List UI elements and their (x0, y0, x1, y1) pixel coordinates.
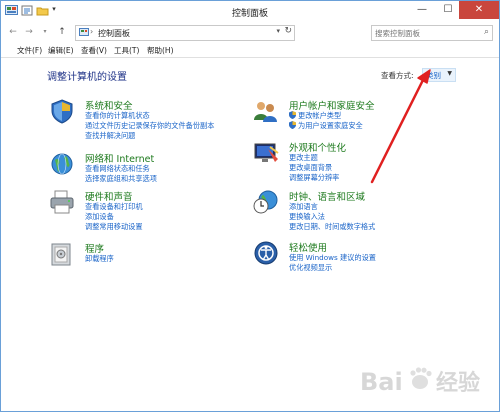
task-link[interactable]: 选择家庭组和共享选项 (85, 174, 157, 184)
category-title[interactable]: 程序 (85, 241, 104, 255)
category-network-internet: 网络和 Internet 查看网络状态和任务 选择家庭组和共享选项 (49, 151, 249, 184)
control-panel-icon (79, 28, 89, 36)
uac-shield-icon (289, 121, 296, 129)
title-bar: ▾ 控制面板 — ☐ ✕ (1, 1, 499, 23)
clock-globe-icon[interactable] (253, 189, 279, 215)
task-link[interactable]: 更改主题 (289, 153, 318, 163)
printer-icon[interactable] (49, 189, 75, 215)
users-icon[interactable] (253, 98, 279, 124)
up-arrow-icon[interactable]: ↑ (56, 26, 68, 38)
category-title[interactable]: 系统和安全 (85, 98, 133, 112)
menu-edit[interactable]: 编辑(E) (48, 45, 74, 56)
menu-file[interactable]: 文件(F) (17, 45, 42, 56)
task-link-label[interactable]: 为用户设置家庭安全 (298, 121, 363, 130)
address-dropdown-icon[interactable]: ▾ (276, 27, 280, 35)
address-bar[interactable]: › 控制面板 ▾ ↻ (75, 25, 295, 41)
task-link[interactable]: 更换输入法 (289, 212, 325, 222)
search-box: ⌕ (371, 25, 493, 41)
display-icon[interactable] (253, 140, 279, 166)
view-by-value: 类别 (426, 71, 441, 80)
minimize-button[interactable]: — (409, 1, 435, 19)
control-panel-window: ▾ 控制面板 — ☐ ✕ ← → ▾ ↑ › 控制面板 ▾ ↻ ⌕ 文件(F) … (0, 0, 500, 412)
chevron-down-icon: ▼ (447, 70, 452, 77)
menu-help[interactable]: 帮助(H) (147, 45, 174, 56)
programs-icon[interactable] (49, 241, 75, 267)
task-link[interactable]: 查看设备和打印机 (85, 202, 143, 212)
uac-shield-icon (289, 111, 296, 119)
task-link[interactable]: 查看网络状态和任务 (85, 164, 150, 174)
recent-locations-dropdown-icon[interactable]: ▾ (39, 26, 51, 38)
category-title[interactable]: 用户帐户和家庭安全 (289, 98, 375, 112)
refresh-icon[interactable]: ↻ (284, 26, 292, 36)
category-title[interactable]: 时钟、语言和区域 (289, 189, 365, 203)
menu-tools[interactable]: 工具(T) (114, 45, 139, 56)
task-link[interactable]: 更改日期、时间或数字格式 (289, 222, 375, 232)
category-appearance: 外观和个性化 更改主题 更改桌面背景 调整屏幕分辨率 (253, 140, 453, 183)
search-icon[interactable]: ⌕ (484, 27, 489, 37)
category-programs: 程序 卸载程序 (49, 241, 249, 269)
forward-arrow-icon[interactable]: → (23, 26, 35, 38)
menu-bar: 文件(F) 编辑(E) 查看(V) 工具(T) 帮助(H) (1, 43, 499, 58)
page-title: 调整计算机的设置 (47, 72, 127, 83)
task-link: 更改帐户类型 (289, 111, 341, 121)
baidu-watermark-logo: Bai 经验 (360, 367, 480, 396)
category-clock-language-region: 时钟、语言和区域 添加语言 更换输入法 更改日期、时间或数字格式 (253, 189, 473, 232)
breadcrumb-separator: › (90, 27, 94, 36)
network-globe-icon[interactable] (49, 151, 75, 177)
maximize-button[interactable]: ☐ (435, 1, 461, 19)
category-title[interactable]: 网络和 Internet (85, 151, 154, 165)
category-hardware-sound: 硬件和声音 查看设备和打印机 添加设备 调整常用移动设置 (49, 189, 249, 232)
task-link[interactable]: 查看你的计算机状态 (85, 111, 150, 121)
task-link[interactable]: 添加语言 (289, 202, 318, 212)
svg-text:Bai: Bai (360, 368, 403, 396)
breadcrumb-control-panel[interactable]: 控制面板 (98, 28, 130, 39)
category-user-accounts: 用户帐户和家庭安全 更改帐户类型 为用户设置家庭安全 (253, 98, 453, 132)
view-by-select[interactable]: 类别 ▼ (422, 68, 456, 82)
task-link[interactable]: 使用 Windows 建议的设置 (289, 253, 376, 263)
task-link[interactable]: 查找并解决问题 (85, 131, 135, 141)
menu-view[interactable]: 查看(V) (81, 45, 107, 56)
category-title[interactable]: 外观和个性化 (289, 140, 346, 154)
svg-text:经验: 经验 (436, 370, 480, 396)
category-title[interactable]: 硬件和声音 (85, 189, 133, 203)
task-link[interactable]: 更改桌面背景 (289, 163, 332, 173)
shield-icon[interactable] (49, 98, 75, 124)
task-link[interactable]: 调整屏幕分辨率 (289, 173, 339, 183)
category-ease-of-access: 轻松使用 使用 Windows 建议的设置 优化视频显示 (253, 240, 453, 272)
search-input[interactable] (375, 27, 475, 39)
navigation-bar: ← → ▾ ↑ › 控制面板 ▾ ↻ ⌕ (1, 23, 499, 43)
accessibility-icon[interactable] (253, 240, 279, 266)
category-title[interactable]: 轻松使用 (289, 240, 327, 254)
task-link[interactable]: 通过文件历史记录保存你的文件备份副本 (85, 121, 214, 131)
view-by-label: 查看方式: (381, 71, 414, 80)
task-link[interactable]: 优化视频显示 (289, 263, 332, 273)
back-arrow-icon[interactable]: ← (7, 26, 19, 38)
category-system-security: 系统和安全 查看你的计算机状态 通过文件历史记录保存你的文件备份副本 查找并解决… (49, 98, 249, 141)
task-link: 为用户设置家庭安全 (289, 121, 363, 131)
close-button[interactable]: ✕ (459, 1, 499, 19)
task-link[interactable]: 添加设备 (85, 212, 114, 222)
task-link[interactable]: 调整常用移动设置 (85, 222, 143, 232)
task-link-label[interactable]: 更改帐户类型 (298, 111, 341, 120)
task-link[interactable]: 卸载程序 (85, 254, 114, 264)
